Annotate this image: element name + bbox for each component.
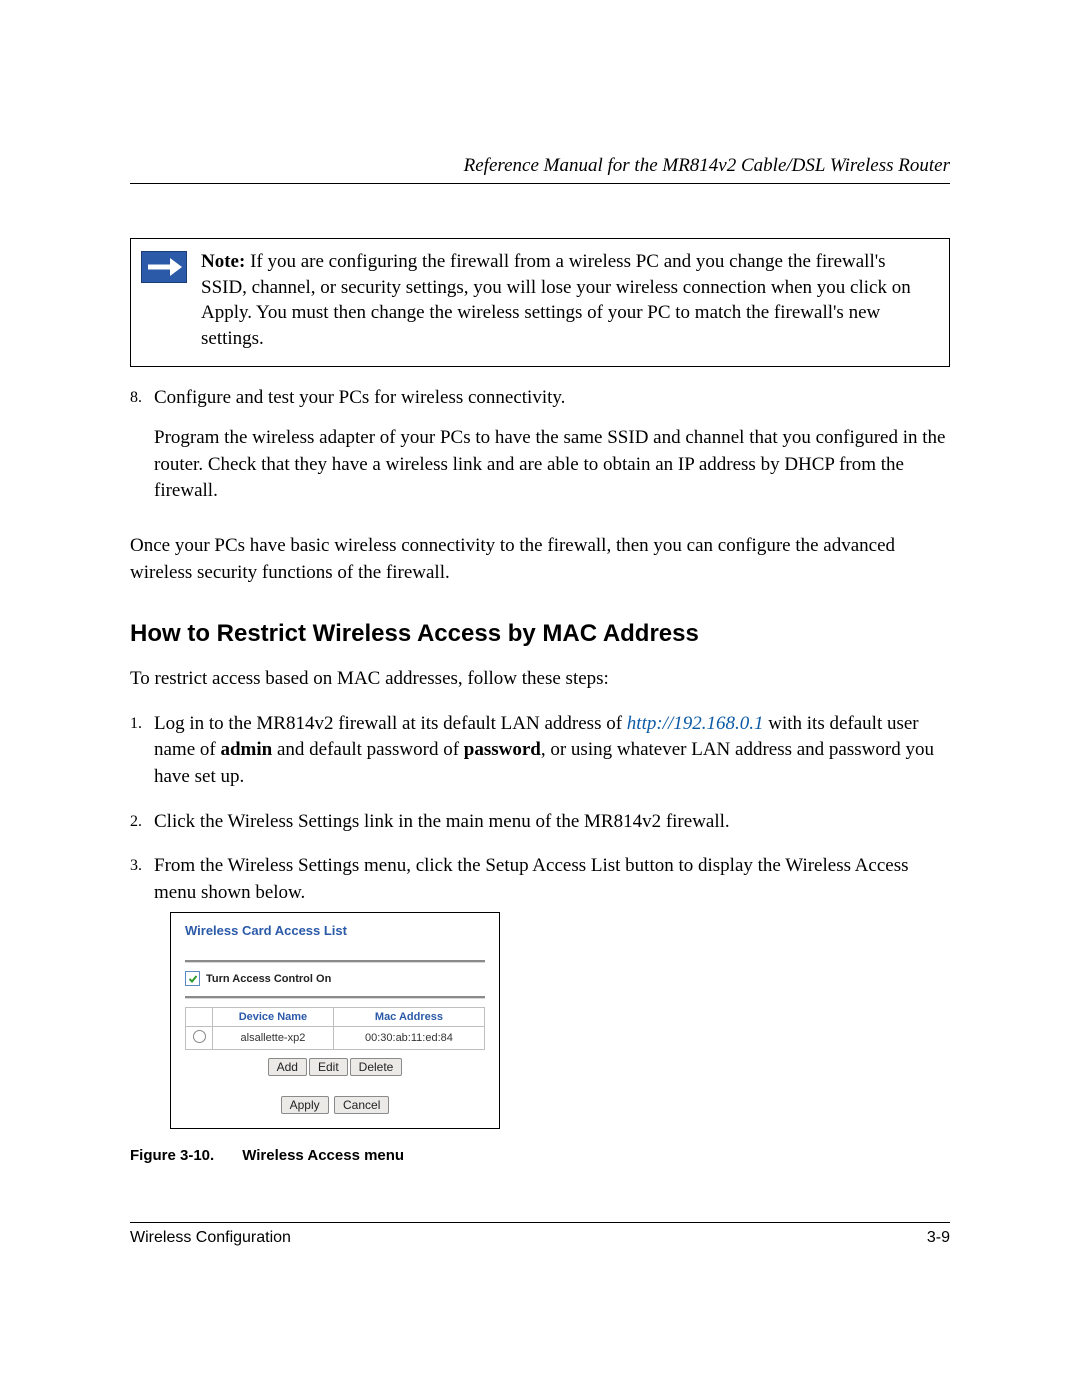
apply-button[interactable]: Apply (281, 1096, 329, 1114)
figure-caption: Figure 3-10. Wireless Access menu (130, 1147, 950, 1164)
table-header-row: Device Name Mac Address (186, 1008, 485, 1027)
default-lan-url-link[interactable]: http://192.168.0.1 (627, 713, 764, 734)
footer-section-name: Wireless Configuration (130, 1229, 291, 1247)
step-8-line1: Configure and test your PCs for wireless… (154, 385, 950, 412)
list-number: 1. (130, 711, 154, 791)
device-table: Device Name Mac Address alsallette-xp2 0… (185, 1007, 485, 1050)
list-number: 2. (130, 809, 154, 836)
paragraph-after: Once your PCs have basic wireless connec… (130, 533, 950, 586)
step-1: 1. Log in to the MR814v2 firewall at its… (130, 711, 950, 791)
figure-title: Wireless Card Access List (185, 923, 485, 938)
header-rule (130, 183, 950, 184)
note-label: Note: (201, 251, 245, 272)
step-8: 8. Configure and test your PCs for wirel… (130, 385, 950, 519)
form-buttons: Apply Cancel (185, 1096, 485, 1114)
section-heading: How to Restrict Wireless Access by MAC A… (130, 620, 950, 648)
step-8-line2: Program the wireless adapter of your PCs… (154, 425, 950, 505)
table-row: alsallette-xp2 00:30:ab:11:ed:84 (186, 1027, 485, 1050)
note-block: Note: If you are configuring the firewal… (130, 238, 950, 367)
note-body: If you are configuring the firewall from… (201, 251, 911, 349)
cancel-button[interactable]: Cancel (334, 1096, 389, 1114)
row-buttons: AddEditDelete (185, 1058, 485, 1076)
list-number: 8. (130, 385, 154, 519)
radio-header (186, 1008, 213, 1027)
mac-address-header: Mac Address (333, 1008, 484, 1027)
step-2-text: Click the Wireless Settings link in the … (154, 809, 950, 836)
step-2: 2. Click the Wireless Settings link in t… (130, 809, 950, 836)
step-1-b2: password (464, 739, 541, 760)
page-footer: Wireless Configuration 3-9 (130, 1222, 950, 1247)
figure-wireless-access: Wireless Card Access List Turn Access Co… (170, 912, 500, 1129)
step-1-mid2: and default password of (272, 739, 464, 760)
figure-number: Figure 3-10. (130, 1147, 214, 1164)
step-3: 3. From the Wireless Settings menu, clic… (130, 853, 950, 906)
add-button[interactable]: Add (268, 1058, 307, 1076)
page: Reference Manual for the MR814v2 Cable/D… (0, 0, 1080, 1307)
list-number: 3. (130, 853, 154, 906)
access-control-label: Turn Access Control On (206, 973, 331, 985)
arrow-right-icon (141, 251, 187, 283)
mac-address-cell: 00:30:ab:11:ed:84 (333, 1027, 484, 1050)
footer-page-number: 3-9 (927, 1229, 950, 1247)
device-name-header: Device Name (213, 1008, 334, 1027)
edit-button[interactable]: Edit (309, 1058, 348, 1076)
figure-divider (185, 960, 485, 963)
step-3-text: From the Wireless Settings menu, click t… (154, 853, 950, 906)
access-control-checkbox[interactable] (185, 971, 200, 986)
delete-button[interactable]: Delete (350, 1058, 403, 1076)
device-name-cell: alsallette-xp2 (213, 1027, 334, 1050)
step-1-b1: admin (220, 739, 272, 760)
figure-divider (185, 996, 485, 999)
figure-caption-text: Wireless Access menu (242, 1147, 404, 1164)
step-1-pre: Log in to the MR814v2 firewall at its de… (154, 713, 627, 734)
access-control-checkbox-row: Turn Access Control On (185, 971, 485, 986)
note-text: Note: If you are configuring the firewal… (201, 249, 935, 352)
row-radio[interactable] (193, 1030, 206, 1043)
intro-paragraph: To restrict access based on MAC addresse… (130, 666, 950, 693)
footer-rule (130, 1222, 950, 1223)
running-header: Reference Manual for the MR814v2 Cable/D… (130, 155, 950, 177)
